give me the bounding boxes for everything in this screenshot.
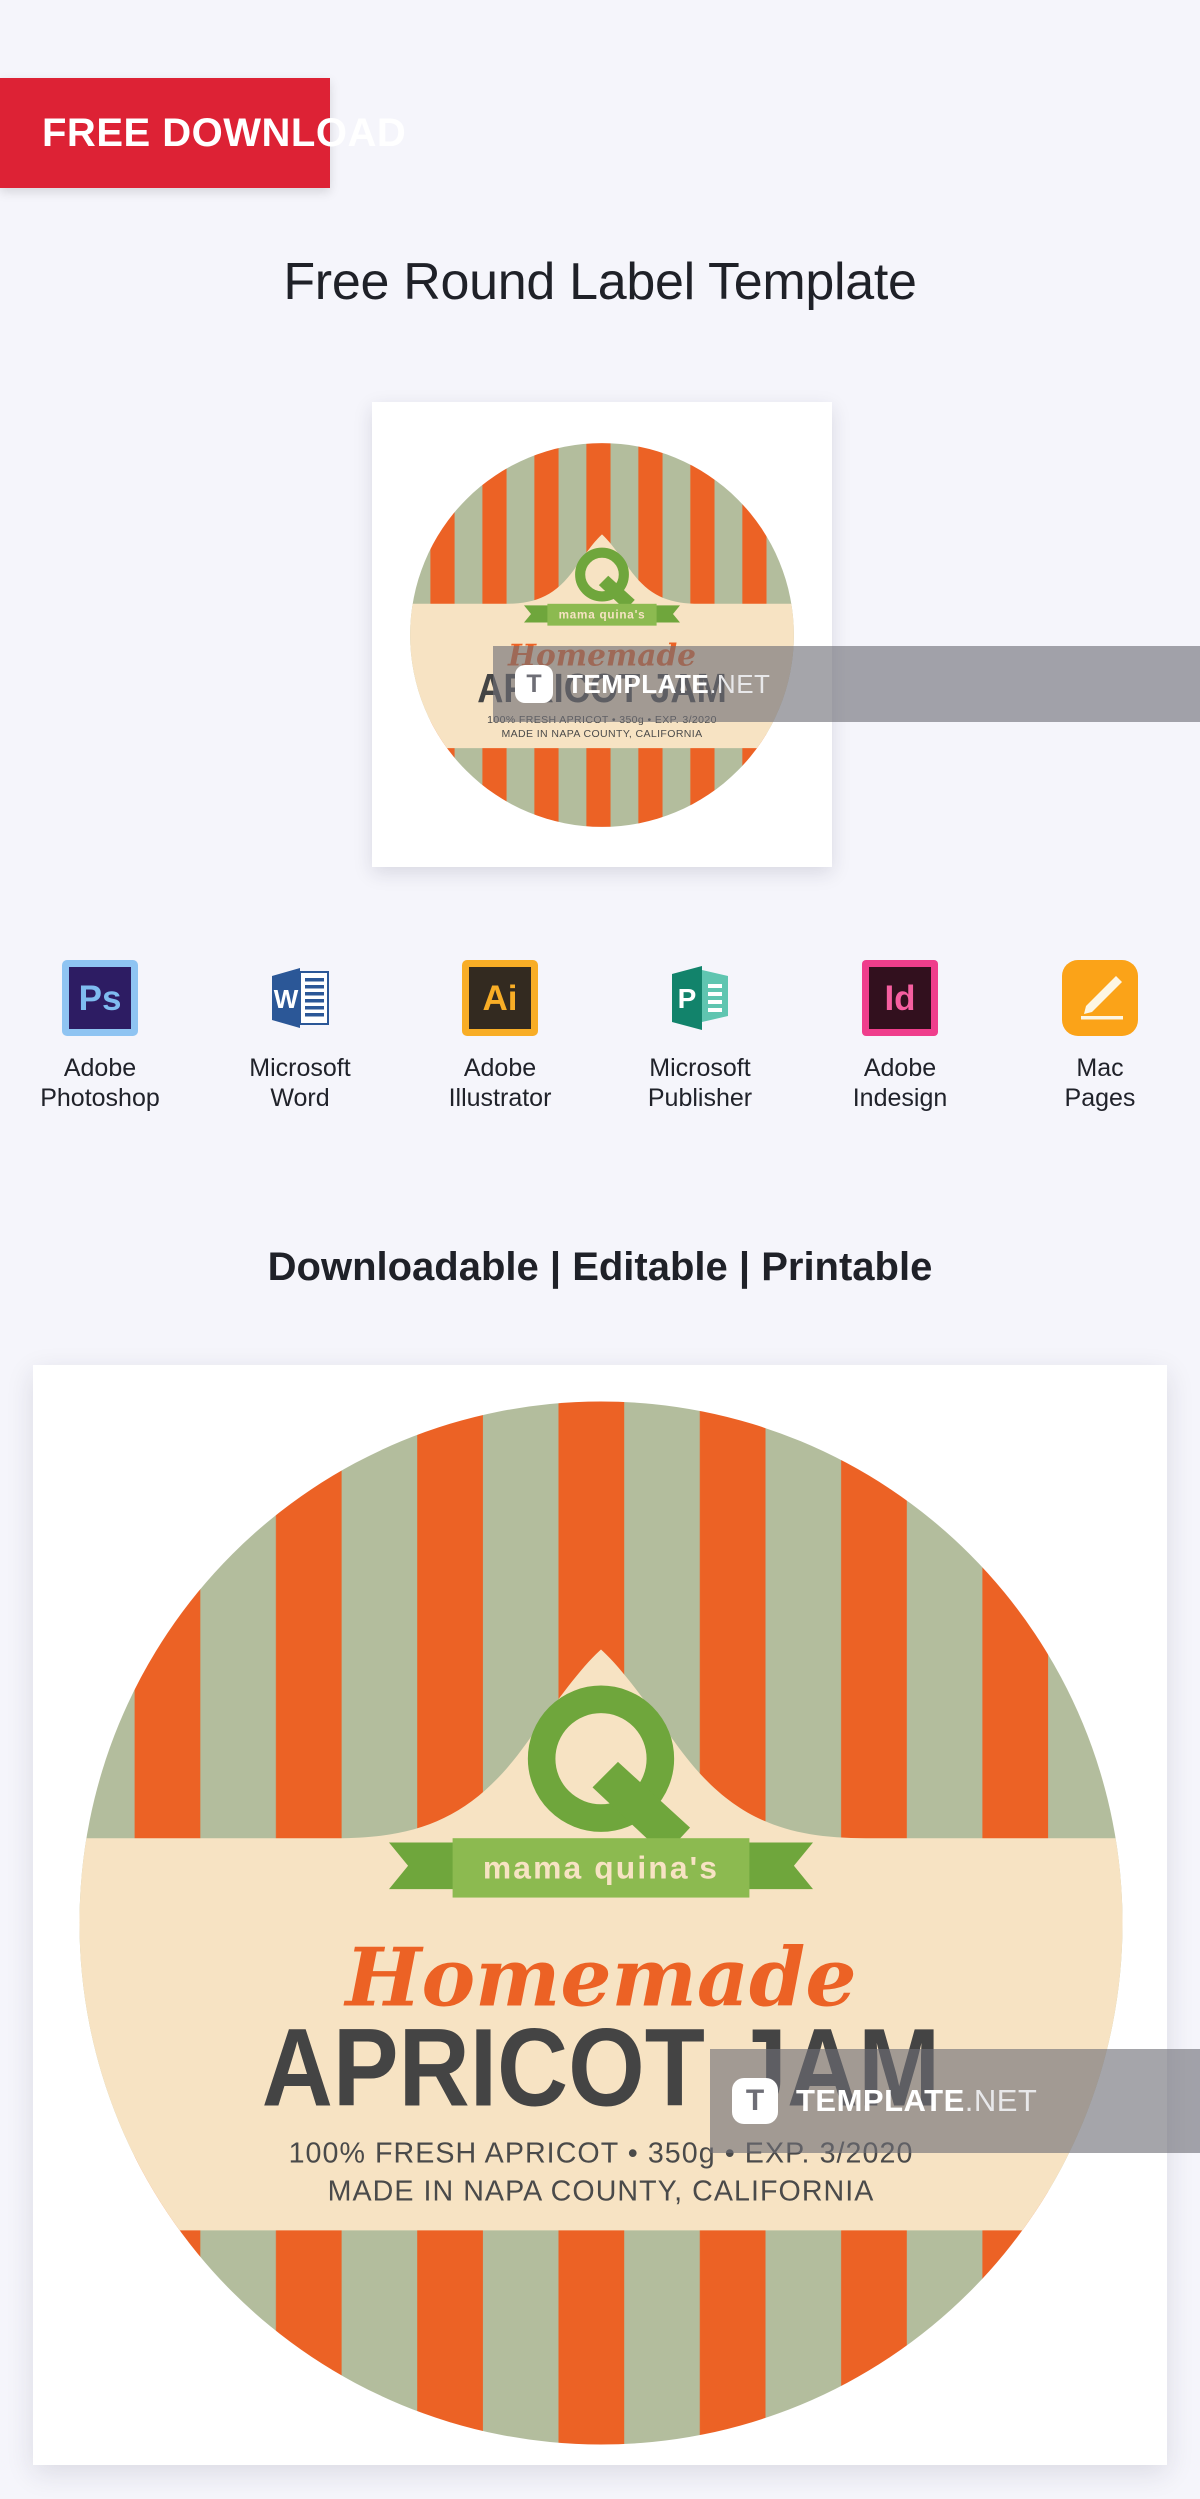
indesign-icon: Id [862, 960, 938, 1036]
round-label-artwork: mama quina's Homemade APRICOT JAM 100% F… [372, 440, 832, 830]
app-item-publisher[interactable]: P Microsoft Publisher [600, 960, 800, 1113]
photoshop-icon: Ps [62, 960, 138, 1036]
illustrator-icon: Ai [462, 960, 538, 1036]
app-label-illustrator: Adobe Illustrator [448, 1054, 552, 1112]
template-net-logo-icon: T [515, 665, 553, 703]
round-label-svg: mama quina's Homemade APRICOT JAM 100% F… [410, 443, 794, 827]
page-root: FREE DOWNLOAD Free Round Label Template [0, 0, 1200, 2499]
app-item-pages[interactable]: Mac Pages [1000, 960, 1200, 1113]
watermark-small: T TEMPLATE.NET [493, 646, 1200, 722]
app-label-photoshop: Adobe Photoshop [40, 1054, 160, 1112]
compatible-apps-row: Ps Adobe Photoshop W Microsoft Word Ai A… [0, 960, 1200, 1113]
template-net-logo-icon-large: T [732, 2078, 778, 2124]
app-item-illustrator[interactable]: Ai Adobe Illustrator [400, 960, 600, 1113]
watermark-large: T TEMPLATE.NET [710, 2049, 1200, 2153]
round-label-svg-large: mama quina's Homemade APRICOT JAM 100% F… [79, 1401, 1123, 2445]
label-preview-large-card[interactable]: mama quina's Homemade APRICOT JAM 100% F… [33, 1365, 1167, 2465]
word-icon: W [262, 960, 338, 1036]
publisher-icon: P [662, 960, 738, 1036]
svg-text:P: P [678, 983, 697, 1014]
watermark-brand-bold-large: TEMPLATE [796, 2083, 965, 2118]
round-label-artwork-large: mama quina's Homemade APRICOT JAM 100% F… [71, 1393, 1131, 2453]
brand-ribbon-large: mama quina's [389, 1838, 813, 1898]
page-title: Free Round Label Template [283, 253, 917, 311]
watermark-brand-light-large: .NET [964, 2083, 1038, 2118]
app-item-word[interactable]: W Microsoft Word [200, 960, 400, 1113]
app-label-publisher: Microsoft Publisher [647, 1054, 753, 1112]
watermark-small-text: TEMPLATE.NET [567, 669, 770, 700]
svg-text:W: W [274, 984, 299, 1014]
label-preview-small-card[interactable]: mama quina's Homemade APRICOT JAM 100% F… [372, 402, 832, 867]
features-line: Downloadable | Editable | Printable [267, 1245, 933, 1289]
label-detail-2: MADE IN NAPA COUNTY, CALIFORNIA [501, 728, 702, 740]
pages-icon [1062, 960, 1138, 1036]
label-artwork-small: mama quina's Homemade APRICOT JAM 100% F… [372, 440, 832, 830]
app-item-photoshop[interactable]: Ps Adobe Photoshop [0, 960, 200, 1113]
label-detail-2-large: MADE IN NAPA COUNTY, CALIFORNIA [328, 2176, 875, 2208]
app-item-indesign[interactable]: Id Adobe Indesign [800, 960, 1000, 1113]
brand-ribbon: mama quina's [524, 603, 680, 626]
free-download-badge-label: FREE DOWNLOAD [42, 110, 407, 155]
label-artwork-large: mama quina's Homemade APRICOT JAM 100% F… [71, 1393, 1131, 2453]
free-download-badge[interactable]: FREE DOWNLOAD [0, 78, 406, 188]
watermark-large-text: TEMPLATE.NET [796, 2083, 1037, 2119]
app-label-indesign: Adobe Indesign [852, 1054, 948, 1112]
svg-text:mama quina's: mama quina's [483, 1849, 719, 1885]
watermark-brand-bold: TEMPLATE [567, 668, 710, 699]
watermark-brand-light: .NET [709, 668, 771, 699]
app-label-pages: Mac Pages [1064, 1054, 1136, 1112]
app-label-word: Microsoft Word [249, 1054, 351, 1112]
svg-text:mama quina's: mama quina's [559, 609, 646, 622]
